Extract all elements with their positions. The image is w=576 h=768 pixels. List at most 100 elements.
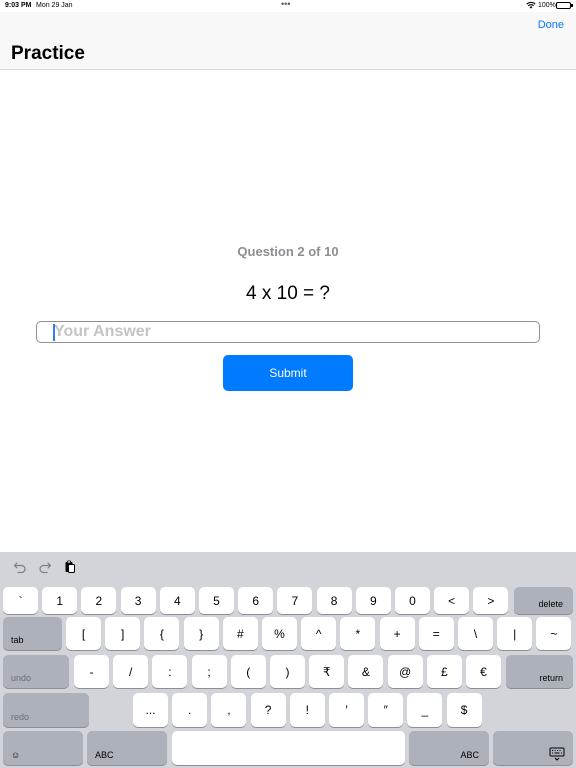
- key-2-row1[interactable]: 1: [42, 587, 78, 614]
- keyboard-toolbar: [0, 552, 576, 584]
- key-4-row3[interactable]: ;: [191, 655, 227, 688]
- key-7-row3-label: ₹: [322, 664, 331, 679]
- redo-arrow-icon[interactable]: [38, 560, 52, 574]
- key-12-row1[interactable]: <: [434, 587, 470, 614]
- space-bar[interactable]: [172, 731, 405, 765]
- key-6-row2[interactable]: %: [262, 617, 297, 650]
- key-5-row4[interactable]: !: [289, 693, 325, 727]
- key-9-row1[interactable]: 8: [316, 587, 352, 614]
- key-5-row2[interactable]: #: [222, 617, 258, 650]
- key-13-row1-label: >: [487, 593, 495, 608]
- key-3-row3[interactable]: :: [152, 655, 188, 688]
- key-10-row1[interactable]: 9: [355, 587, 391, 614]
- battery-percentage: 100%: [538, 2, 556, 9]
- multitasking-dots[interactable]: •••: [281, 0, 290, 9]
- key-7-row1[interactable]: 6: [238, 587, 274, 614]
- key-3-row4[interactable]: ,: [211, 693, 247, 727]
- navigation-bar: Done Practice: [0, 12, 576, 70]
- redo-key[interactable]: redo: [3, 693, 89, 727]
- key-8-row2[interactable]: *: [340, 617, 376, 650]
- tab-key-label: tab: [11, 635, 24, 645]
- abc-key-left[interactable]: ABC: [87, 731, 167, 765]
- key-9-row4[interactable]: $: [446, 693, 482, 727]
- emoji-key[interactable]: ☺: [3, 731, 83, 765]
- equation: 4 x 10 = ?: [246, 283, 330, 304]
- abc-key-right[interactable]: ABC: [409, 731, 489, 765]
- key-6-row4[interactable]: ′: [329, 693, 364, 727]
- key-1-row4-label: ...: [145, 703, 156, 717]
- key-6-row3[interactable]: ): [270, 655, 305, 688]
- status-date: Mon 29 Jan: [36, 2, 73, 9]
- key-2-row1-label: 1: [56, 593, 64, 608]
- key-6-row1[interactable]: 5: [199, 587, 234, 614]
- key-1-row1[interactable]: `: [3, 587, 38, 614]
- abc-key-left-label: ABC: [95, 750, 114, 760]
- key-9-row1-label: 8: [330, 593, 338, 608]
- key-1-row3-label: -: [89, 664, 94, 679]
- key-5-row3[interactable]: (: [230, 655, 266, 688]
- key-11-row2[interactable]: \: [458, 617, 493, 650]
- key-9-row2[interactable]: +: [379, 617, 415, 650]
- key-2-row4[interactable]: .: [172, 693, 208, 727]
- undo-key[interactable]: undo: [3, 655, 69, 688]
- key-13-row2[interactable]: ~: [536, 617, 572, 650]
- question-counter: Question 2 of 10: [237, 244, 339, 259]
- key-2-row2[interactable]: ]: [105, 617, 141, 650]
- key-8-row3-label: &: [361, 664, 370, 679]
- key-3-row3-label: :: [168, 664, 172, 679]
- key-4-row1[interactable]: 3: [120, 587, 156, 614]
- key-8-row4-label: _: [421, 703, 429, 717]
- key-3-row2-label: {: [159, 626, 164, 641]
- key-3-row2[interactable]: {: [144, 617, 180, 650]
- key-5-row2-label: #: [236, 626, 244, 641]
- key-7-row4-label: ″: [383, 703, 388, 717]
- return-key[interactable]: return: [506, 655, 573, 688]
- undo-arrow-icon[interactable]: [13, 560, 27, 574]
- key-3-row1[interactable]: 2: [81, 587, 117, 614]
- key-4-row2[interactable]: }: [183, 617, 219, 650]
- key-8-row3[interactable]: &: [348, 655, 384, 688]
- key-1-row1-label: `: [18, 593, 23, 608]
- key-4-row4[interactable]: ?: [250, 693, 286, 727]
- key-12-row2[interactable]: |: [497, 617, 533, 650]
- key-8-row1[interactable]: 7: [277, 587, 313, 614]
- key-1-row2[interactable]: [: [66, 617, 101, 650]
- key-6-row1-label: 5: [213, 593, 220, 608]
- clipboard-paste-icon[interactable]: [63, 560, 77, 574]
- submit-button[interactable]: Submit: [223, 355, 353, 391]
- key-8-row4[interactable]: _: [407, 693, 443, 727]
- key-7-row3[interactable]: ₹: [309, 655, 345, 688]
- delete-key[interactable]: delete: [514, 587, 573, 614]
- key-4-row4-label: ?: [264, 703, 272, 717]
- answer-input[interactable]: [36, 321, 540, 343]
- key-1-row2-label: [: [81, 626, 86, 641]
- key-6-row4-label: ′: [345, 703, 348, 717]
- key-10-row3[interactable]: £: [426, 655, 462, 688]
- key-11-row3-label: €: [480, 664, 487, 679]
- redo-key-label: redo: [11, 712, 30, 722]
- delete-key-label: delete: [538, 599, 563, 609]
- key-1-row3[interactable]: -: [74, 655, 109, 688]
- dismiss-keyboard-key[interactable]: [493, 731, 573, 765]
- key-9-row3[interactable]: @: [387, 655, 423, 688]
- key-13-row1[interactable]: >: [473, 587, 509, 614]
- key-11-row1[interactable]: 0: [395, 587, 430, 614]
- key-7-row2[interactable]: ^: [301, 617, 337, 650]
- key-11-row1-label: 0: [409, 593, 416, 608]
- key-2-row4-label: .: [188, 703, 192, 717]
- done-button[interactable]: Done: [538, 19, 564, 31]
- key-1-row4[interactable]: ...: [133, 693, 168, 727]
- key-11-row3[interactable]: €: [466, 655, 501, 688]
- key-10-row2[interactable]: =: [418, 617, 454, 650]
- key-12-row1-label: <: [448, 593, 456, 608]
- key-2-row2-label: ]: [121, 626, 125, 641]
- key-9-row2-label: +: [393, 626, 401, 641]
- tab-key[interactable]: tab: [3, 617, 62, 650]
- key-4-row2-label: }: [199, 626, 204, 641]
- wifi-icon: [526, 2, 536, 9]
- key-9-row4-label: $: [460, 703, 468, 717]
- key-7-row4[interactable]: ″: [368, 693, 404, 727]
- page-title: Practice: [11, 43, 85, 64]
- key-5-row1[interactable]: 4: [159, 587, 195, 614]
- key-2-row3[interactable]: /: [113, 655, 149, 688]
